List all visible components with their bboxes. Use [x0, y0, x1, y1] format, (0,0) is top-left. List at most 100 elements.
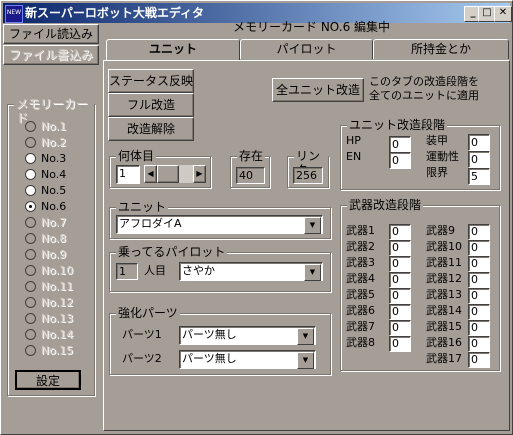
chevron-down-icon[interactable]: ▼	[304, 217, 321, 234]
weapon-label: 武器11	[426, 256, 462, 269]
memory-slot-15[interactable]: No.15	[25, 343, 95, 359]
unit-select[interactable]: アフロダイA ▼	[116, 215, 323, 234]
part1-select[interactable]: パーツ無し ▼	[179, 326, 316, 345]
pilot-number: 1	[116, 263, 138, 280]
weapon-label: 武器7	[346, 320, 375, 333]
weapon-field[interactable]: 0	[389, 272, 411, 288]
radio-button[interactable]	[25, 313, 36, 324]
radio-button[interactable]	[25, 265, 36, 276]
settings-button[interactable]: 設定	[15, 370, 81, 390]
memory-slot-6[interactable]: No.6	[25, 199, 95, 215]
memory-slot-9[interactable]: No.9	[25, 247, 95, 263]
weapon-field[interactable]: 0	[468, 272, 490, 288]
memory-slot-14[interactable]: No.14	[25, 327, 95, 343]
radio-button[interactable]	[25, 201, 36, 212]
weapon-field[interactable]: 0	[468, 304, 490, 320]
weapon-label: 武器6	[346, 304, 375, 317]
nth-unit-label: 何体目	[116, 149, 157, 163]
weapon-label: 武器16	[426, 336, 462, 349]
weapon-field[interactable]: 0	[389, 304, 411, 320]
weapon-field[interactable]: 0	[468, 336, 490, 352]
file-read-button[interactable]: ファイル読込み	[3, 24, 99, 44]
scroll-right-arrow-icon[interactable]: ▶	[193, 165, 206, 183]
tab-money[interactable]: 所持金とか	[373, 39, 509, 59]
weapon-field[interactable]: 0	[468, 288, 490, 304]
weapon-label: 武器13	[426, 288, 462, 301]
part1-label: パーツ1	[122, 328, 162, 341]
part2-select-value: パーツ無し	[182, 352, 237, 365]
file-write-button[interactable]: ファイル書込み	[3, 45, 99, 65]
radio-button[interactable]	[25, 185, 36, 196]
memory-slot-label: No.5	[41, 184, 67, 197]
memory-slot-12[interactable]: No.12	[25, 295, 95, 311]
weapon-label: 武器5	[346, 288, 375, 301]
memory-slot-3[interactable]: No.3	[25, 151, 95, 167]
radio-button[interactable]	[25, 297, 36, 308]
radio-button[interactable]	[25, 345, 36, 356]
scroll-left-arrow-icon[interactable]: ◀	[144, 165, 157, 183]
status-reflect-button[interactable]: ステータス反映	[108, 69, 194, 93]
radio-button[interactable]	[25, 249, 36, 260]
tab-pilot[interactable]: パイロット	[240, 39, 373, 59]
limit-field[interactable]: 5	[468, 168, 490, 185]
en-field[interactable]: 0	[389, 152, 411, 169]
memory-slot-label: No.4	[41, 168, 67, 181]
memory-slot-label: No.10	[41, 264, 74, 277]
memory-slot-1[interactable]: No.1	[25, 119, 95, 135]
radio-button[interactable]	[25, 233, 36, 244]
hp-field[interactable]: 0	[389, 136, 411, 153]
memory-slot-8[interactable]: No.8	[25, 231, 95, 247]
tab-unit[interactable]: ユニット	[106, 39, 240, 61]
weapon-field[interactable]: 0	[389, 256, 411, 272]
radio-button[interactable]	[25, 281, 36, 292]
chevron-down-icon[interactable]: ▼	[297, 352, 314, 369]
weapon-field[interactable]: 0	[468, 240, 490, 256]
weapon-field[interactable]: 0	[389, 336, 411, 352]
close-button[interactable]: ✕	[494, 6, 512, 22]
chevron-down-icon[interactable]: ▼	[304, 264, 321, 281]
memory-slot-label: No.6	[41, 200, 67, 213]
weapon-field[interactable]: 0	[468, 352, 490, 368]
mobility-label: 運動性	[426, 150, 459, 163]
weapon-field[interactable]: 0	[389, 240, 411, 256]
mobility-field[interactable]: 0	[468, 151, 490, 168]
memory-slot-label: No.3	[41, 152, 67, 165]
weapon-stage-label: 武器改造段階	[347, 198, 424, 212]
remove-upgrade-button[interactable]: 改造解除	[108, 117, 194, 141]
weapon-right-column: 武器9 0 武器10 0 武器11 0 武器12 0 武器13 0 武器14 0 武器15 0 武器16 0 武…	[426, 223, 496, 369]
radio-button[interactable]	[25, 137, 36, 148]
armor-field[interactable]: 0	[468, 134, 490, 151]
weapon-label: 武器3	[346, 256, 375, 269]
weapon-field[interactable]: 0	[389, 288, 411, 304]
weapon-field[interactable]: 0	[389, 224, 411, 240]
memory-slot-4[interactable]: No.4	[25, 167, 95, 183]
radio-button[interactable]	[25, 169, 36, 180]
weapon-label: 武器2	[346, 240, 375, 253]
parts-label: 強化パーツ	[116, 306, 180, 320]
memory-slot-5[interactable]: No.5	[25, 183, 95, 199]
radio-button[interactable]	[25, 217, 36, 228]
chevron-down-icon[interactable]: ▼	[297, 328, 314, 345]
memory-slot-11[interactable]: No.11	[25, 279, 95, 295]
full-upgrade-button[interactable]: フル改造	[108, 93, 194, 117]
scroll-thumb[interactable]	[157, 165, 179, 183]
radio-button[interactable]	[25, 153, 36, 164]
nth-unit-field[interactable]: 1	[116, 165, 140, 184]
radio-button[interactable]	[25, 121, 36, 132]
all-unit-upgrade-button[interactable]: 全ユニット改造	[272, 78, 364, 102]
memory-slot-13[interactable]: No.13	[25, 311, 95, 327]
weapon-field[interactable]: 0	[468, 320, 490, 336]
nth-unit-scrollbar[interactable]: ◀ ▶	[144, 165, 206, 183]
weapon-field[interactable]: 0	[468, 256, 490, 272]
weapon-field[interactable]: 0	[468, 224, 490, 240]
weapon-field[interactable]: 0	[389, 320, 411, 336]
pilot-select[interactable]: さやか ▼	[179, 262, 323, 281]
weapon-label: 武器1	[346, 224, 375, 237]
memory-slot-7[interactable]: No.7	[25, 215, 95, 231]
radio-button[interactable]	[25, 329, 36, 340]
memory-slot-2[interactable]: No.2	[25, 135, 95, 151]
memory-slot-10[interactable]: No.10	[25, 263, 95, 279]
main-window: NEW 新スーパーロボット大戦エディタ _ □ ✕ ファイル読込み ファイル書込…	[0, 0, 513, 435]
radio-selected-dot	[29, 205, 32, 208]
part2-select[interactable]: パーツ無し ▼	[179, 350, 316, 369]
